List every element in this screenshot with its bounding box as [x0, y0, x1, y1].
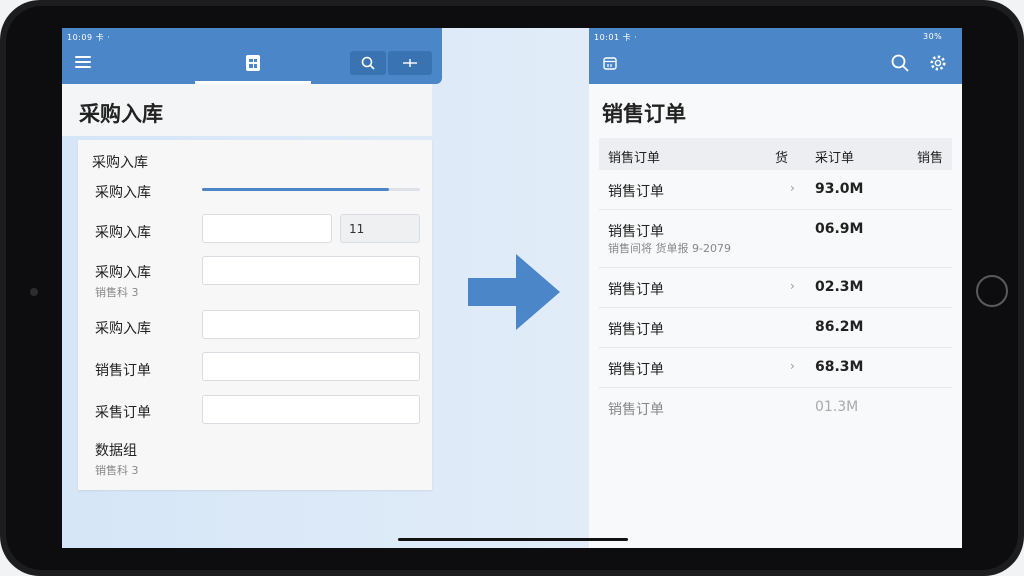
home-indicator[interactable]: [398, 538, 628, 541]
table-row[interactable]: 销售订单 销售间将 货单报 9-2079 06.9M: [599, 210, 952, 268]
left-app: 10:09 卡 · 采购入库 采购入库 采购入库 采购入库 11 采购入库 销售…: [62, 28, 442, 548]
form-card: 采购入库 采购入库 采购入库 11 采购入库 销售科 3 采购入库 销售订单 采…: [78, 140, 432, 490]
battery-status: 30%: [923, 32, 943, 41]
column-header: 货: [775, 151, 789, 166]
left-topbar: 10:09 卡 ·: [62, 28, 442, 84]
text-input[interactable]: [202, 352, 420, 381]
row-value: 01.3M: [815, 399, 859, 415]
row-name: 销售订单: [608, 362, 664, 378]
progress-slider[interactable]: [202, 188, 420, 191]
text-input[interactable]: [202, 310, 420, 339]
form-sub-label: 销售科 3: [95, 464, 139, 477]
form-label: 采购入库: [95, 225, 151, 241]
row-value: 02.3M: [815, 279, 864, 295]
left-title-area: 采购入库: [62, 84, 432, 136]
screen: 10:09 卡 · 采购入库 采购入库 采购入库 采购入库 11 采购入库 销售…: [62, 28, 962, 548]
calendar-icon[interactable]: [603, 56, 617, 70]
chevron-right-icon: ›: [790, 181, 795, 195]
form-label: 采购入库: [95, 321, 151, 337]
form-label: 数据组: [95, 443, 137, 459]
right-topbar: 10:01 卡 · 30%: [589, 28, 962, 84]
search-icon[interactable]: [891, 54, 909, 72]
row-name: 销售订单: [608, 282, 664, 298]
form-sub-label: 销售科 3: [95, 286, 139, 299]
chevron-right-icon: ›: [790, 279, 795, 293]
tab-document[interactable]: [195, 50, 311, 84]
status-bar-right: 10:01 卡 ·: [594, 33, 638, 42]
row-value: 68.3M: [815, 359, 864, 375]
table-row[interactable]: 销售订单 › 93.0M: [599, 170, 952, 210]
orders-table: 销售订单 货 采订单 销售 销售订单 › 93.0M 销售订单 销售间将 货单报…: [599, 138, 952, 427]
column-header: 采订单: [815, 151, 855, 166]
row-name: 销售订单: [608, 224, 664, 240]
arrow-right-icon: [468, 254, 560, 330]
text-input[interactable]: [202, 214, 332, 243]
search-icon: [361, 56, 375, 70]
hamburger-icon[interactable]: [75, 56, 91, 68]
camera-icon: [30, 288, 38, 296]
search-button[interactable]: [350, 51, 386, 75]
status-bar-left: 10:09 卡 ·: [67, 33, 111, 42]
table-row[interactable]: 销售订单 01.3M: [599, 388, 952, 427]
more-button[interactable]: [388, 51, 432, 75]
home-button[interactable]: [976, 275, 1008, 307]
row-name: 销售订单: [608, 402, 664, 418]
chevron-right-icon: ›: [790, 359, 795, 373]
document-icon: [246, 55, 260, 71]
form-label: 采售订单: [95, 405, 151, 421]
progress-fill: [202, 188, 390, 191]
form-section-title: 采购入库: [92, 155, 148, 171]
table-header: 销售订单 货 采订单 销售: [599, 138, 952, 170]
form-label: 采购入库: [95, 185, 151, 201]
table-row[interactable]: 销售订单 › 68.3M: [599, 348, 952, 388]
more-icon: [403, 59, 417, 67]
row-value: 93.0M: [815, 181, 864, 197]
row-name: 销售订单: [608, 322, 664, 338]
page-title: 销售订单: [602, 102, 686, 126]
table-row[interactable]: 销售订单 86.2M: [599, 308, 952, 348]
row-name: 销售订单: [608, 184, 664, 200]
row-sub: 销售间将 货单报 9-2079: [608, 242, 731, 255]
column-header: 销售订单: [608, 151, 661, 166]
tablet-device: 10:09 卡 · 采购入库 采购入库 采购入库 采购入库 11 采购入库 销售…: [0, 0, 1024, 576]
gear-icon[interactable]: [929, 54, 947, 72]
row-value: 86.2M: [815, 319, 864, 335]
row-value: 06.9M: [815, 221, 864, 237]
text-input[interactable]: [202, 256, 420, 285]
form-label: 采购入库: [95, 265, 151, 281]
page-title: 采购入库: [79, 102, 163, 126]
quantity-input[interactable]: 11: [340, 214, 420, 243]
form-label: 销售订单: [95, 363, 151, 379]
column-header: 销售: [917, 151, 944, 166]
table-row[interactable]: 销售订单 › 02.3M: [599, 268, 952, 308]
text-input[interactable]: [202, 395, 420, 424]
